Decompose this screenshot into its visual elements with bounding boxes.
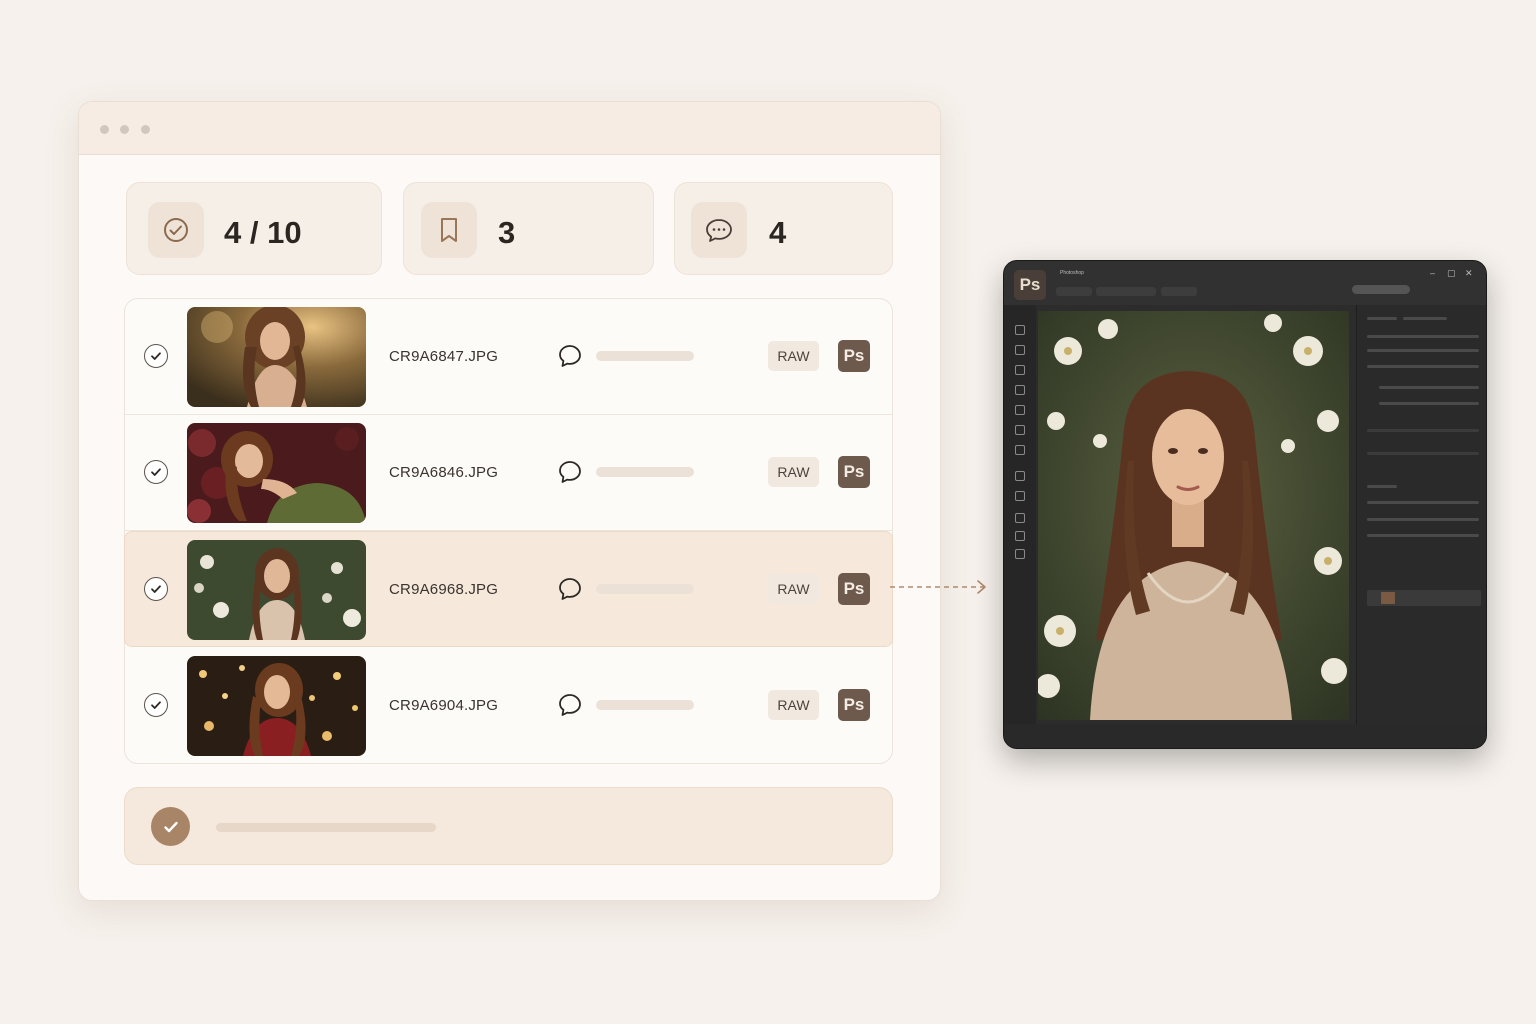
panel-slider[interactable] [1367,335,1479,338]
comment-icon[interactable] [557,692,583,718]
window-minimize-dot[interactable] [120,125,129,134]
panel-slider[interactable] [1367,365,1479,368]
file-row-selected[interactable]: CR9A6968.JPG RAW Ps [124,531,893,647]
file-row[interactable]: CR9A6904.JPG RAW Ps [125,648,892,764]
ps-search-field[interactable] [1352,285,1410,294]
dashed-arrow-icon [890,580,986,594]
window-zoom-dot[interactable] [141,125,150,134]
comment-placeholder-bar [596,700,694,710]
panel-tab[interactable] [1403,317,1447,320]
ps-maximize-icon[interactable]: ▢ [1447,268,1456,279]
open-in-photoshop-button[interactable]: Ps [838,456,870,488]
brush-tool-icon[interactable] [1015,405,1025,415]
stat-bookmarked[interactable]: 3 [403,182,654,275]
zoom-tool-icon[interactable] [1015,531,1025,541]
ps-menu-item[interactable] [1056,287,1092,296]
panel-slider[interactable] [1379,402,1479,405]
row-checkbox[interactable] [144,577,168,601]
confirm-placeholder-bar [216,823,436,832]
panel-row[interactable] [1367,429,1479,432]
raw-badge[interactable]: RAW [768,457,819,487]
row-checkbox[interactable] [144,460,168,484]
open-in-photoshop-button[interactable]: Ps [838,340,870,372]
check-circle-icon [148,202,204,258]
layers-toolbar[interactable] [1367,501,1479,504]
stamp-tool-icon[interactable] [1015,425,1025,435]
panel-slider[interactable] [1379,386,1479,389]
photoshop-properties-panel [1356,305,1486,725]
stat-bookmarked-value: 3 [498,215,516,250]
crop-tool-icon[interactable] [1015,385,1025,395]
file-name: CR9A6968.JPG [389,581,499,598]
file-name: CR9A6847.JPG [389,348,499,365]
panel-slider[interactable] [1367,349,1479,352]
file-name: CR9A6846.JPG [389,464,499,481]
blend-mode-select[interactable] [1367,518,1479,521]
marquee-tool-icon[interactable] [1015,345,1025,355]
bookmark-icon [421,202,477,258]
opacity-row[interactable] [1367,534,1479,537]
file-name: CR9A6904.JPG [389,697,499,714]
window-close-dot[interactable] [100,125,109,134]
eraser-tool-icon[interactable] [1015,471,1025,481]
comment-icon[interactable] [557,343,583,369]
panel-tab[interactable] [1367,317,1397,320]
move-tool-icon[interactable] [1015,325,1025,335]
chat-bubble-icon [691,202,747,258]
photoshop-app-title: Photoshop [1060,270,1084,276]
row-checkbox[interactable] [144,693,168,717]
comment-icon[interactable] [557,576,583,602]
pen-tool-icon[interactable] [1015,445,1025,455]
photo-review-window: 4 / 10 3 4 CR9A6847.JPG RAW Ps CR9A6846.… [78,101,941,901]
ps-minimize-icon[interactable]: – [1430,268,1435,278]
photo-thumbnail[interactable] [187,423,366,523]
confirm-selection-bar[interactable] [124,787,893,865]
raw-badge[interactable]: RAW [768,574,819,604]
layers-tab[interactable] [1367,485,1397,488]
lasso-tool-icon[interactable] [1015,365,1025,375]
comment-placeholder-bar [596,351,694,361]
comment-icon[interactable] [557,459,583,485]
row-checkbox[interactable] [144,344,168,368]
comment-placeholder-bar [596,467,694,477]
file-list: CR9A6847.JPG RAW Ps CR9A6846.JPG RAW Ps … [124,298,893,764]
file-row[interactable]: CR9A6846.JPG RAW Ps [125,415,892,531]
layer-row[interactable] [1367,590,1481,606]
photo-thumbnail[interactable] [187,307,366,407]
ps-menu-item[interactable] [1096,287,1156,296]
photoshop-canvas-image[interactable] [1038,311,1349,720]
file-row[interactable]: CR9A6847.JPG RAW Ps [125,299,892,415]
photo-thumbnail[interactable] [187,540,366,640]
open-in-photoshop-button[interactable]: Ps [838,573,870,605]
hand-tool-icon[interactable] [1015,549,1025,559]
layer-thumbnail [1381,592,1395,604]
confirm-check-icon[interactable] [151,807,190,846]
ps-close-icon[interactable]: ✕ [1465,268,1473,279]
photoshop-toolbar [1004,305,1036,748]
bucket-tool-icon[interactable] [1015,491,1025,501]
panel-row[interactable] [1367,452,1479,455]
stat-approved[interactable]: 4 / 10 [126,182,382,275]
window-titlebar [79,102,940,155]
comment-placeholder-bar [596,584,694,594]
photo-thumbnail[interactable] [187,656,366,756]
raw-badge[interactable]: RAW [768,690,819,720]
photoshop-window: Ps Photoshop – ▢ ✕ [1003,260,1487,749]
photoshop-logo: Ps [1014,270,1046,300]
photoshop-statusbar [1004,724,1486,748]
ps-menu-item[interactable] [1161,287,1197,296]
photoshop-menubar: Ps Photoshop – ▢ ✕ [1004,261,1486,305]
stat-approved-value: 4 / 10 [224,215,302,250]
type-tool-icon[interactable] [1015,513,1025,523]
stat-comments-value: 4 [769,215,787,250]
raw-badge[interactable]: RAW [768,341,819,371]
open-in-photoshop-button[interactable]: Ps [838,689,870,721]
stat-comments[interactable]: 4 [674,182,893,275]
